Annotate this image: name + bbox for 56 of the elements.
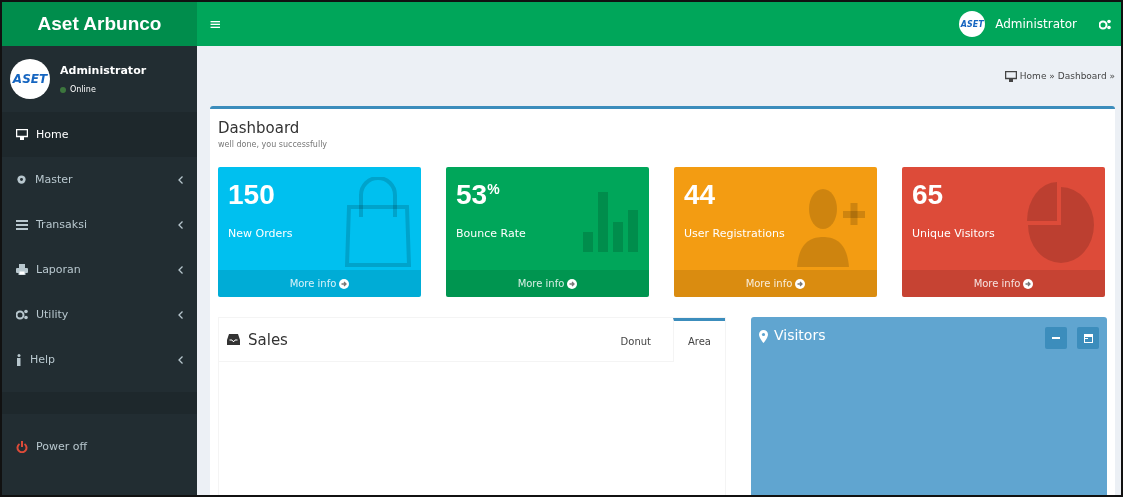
calendar-icon bbox=[1083, 333, 1093, 343]
nav-item[interactable]: Home bbox=[2, 112, 197, 157]
gears-icon bbox=[1099, 18, 1111, 30]
sales-title: Sales bbox=[248, 330, 289, 349]
nav-item[interactable]: Transaksi bbox=[2, 202, 197, 247]
calendar-button[interactable] bbox=[1077, 327, 1099, 349]
minus-icon bbox=[1052, 337, 1060, 339]
stat-value: 150 bbox=[228, 179, 276, 211]
nav-item[interactable]: Help bbox=[2, 337, 197, 382]
printer-icon bbox=[16, 264, 28, 275]
power-off-item[interactable]: Power off bbox=[2, 424, 197, 469]
list-icon bbox=[16, 219, 28, 230]
stat-label: New Orders bbox=[228, 227, 294, 240]
info-icon bbox=[16, 353, 22, 366]
chevron-left-icon bbox=[178, 355, 183, 364]
user-avatar[interactable]: ASET bbox=[959, 11, 986, 37]
bag-icon bbox=[345, 177, 411, 267]
chevron-left-icon bbox=[178, 310, 183, 319]
map-marker-icon bbox=[759, 330, 768, 343]
brand-logo[interactable]: Aset Arbunco bbox=[2, 2, 197, 46]
page-subtitle: well done, you successfully bbox=[218, 140, 329, 149]
chevron-left-icon bbox=[178, 265, 183, 274]
power-icon bbox=[16, 440, 28, 453]
user-add-icon bbox=[797, 187, 867, 267]
chevron-left-icon bbox=[178, 220, 183, 229]
online-status: Online bbox=[60, 85, 147, 94]
arrow-circle-icon bbox=[339, 278, 350, 289]
user-avatar: ASET bbox=[10, 59, 50, 99]
nav-item[interactable]: Laporan bbox=[2, 247, 197, 292]
stat-value: 53$^{%}$ bbox=[456, 179, 501, 211]
monitor-icon bbox=[1004, 70, 1017, 82]
page-title: Dashboard bbox=[218, 119, 301, 137]
user-name: Administrator bbox=[60, 64, 147, 77]
arrow-circle-icon bbox=[795, 278, 806, 289]
stat-value: 44 bbox=[684, 179, 717, 211]
stat-label: Bounce Rate bbox=[456, 227, 527, 240]
more-info-link[interactable]: More info bbox=[902, 270, 1105, 297]
nav-item[interactable]: Utility bbox=[2, 292, 197, 337]
breadcrumb-link[interactable]: Home » bbox=[1019, 71, 1055, 81]
minimize-button[interactable] bbox=[1045, 327, 1067, 349]
chart-tab[interactable]: Donut bbox=[605, 317, 665, 362]
arrow-circle-icon bbox=[567, 278, 578, 289]
stat-value: 65 bbox=[912, 179, 945, 211]
stat-label: Unique Visitors bbox=[912, 227, 996, 240]
chart-tab[interactable]: Area bbox=[673, 317, 725, 362]
gear-icon bbox=[16, 174, 27, 185]
inbox-icon bbox=[227, 334, 240, 345]
stat-label: User Registrations bbox=[684, 227, 786, 240]
breadcrumb-link[interactable]: Dashboard » bbox=[1057, 71, 1115, 81]
gears-icon bbox=[16, 309, 28, 320]
nav-item[interactable]: Master bbox=[2, 157, 197, 202]
chevron-left-icon bbox=[178, 175, 183, 184]
arrow-circle-icon bbox=[1023, 278, 1034, 289]
bar-chart-icon bbox=[583, 192, 639, 252]
monitor-icon bbox=[16, 129, 28, 140]
visitors-title: Visitors bbox=[774, 327, 827, 343]
